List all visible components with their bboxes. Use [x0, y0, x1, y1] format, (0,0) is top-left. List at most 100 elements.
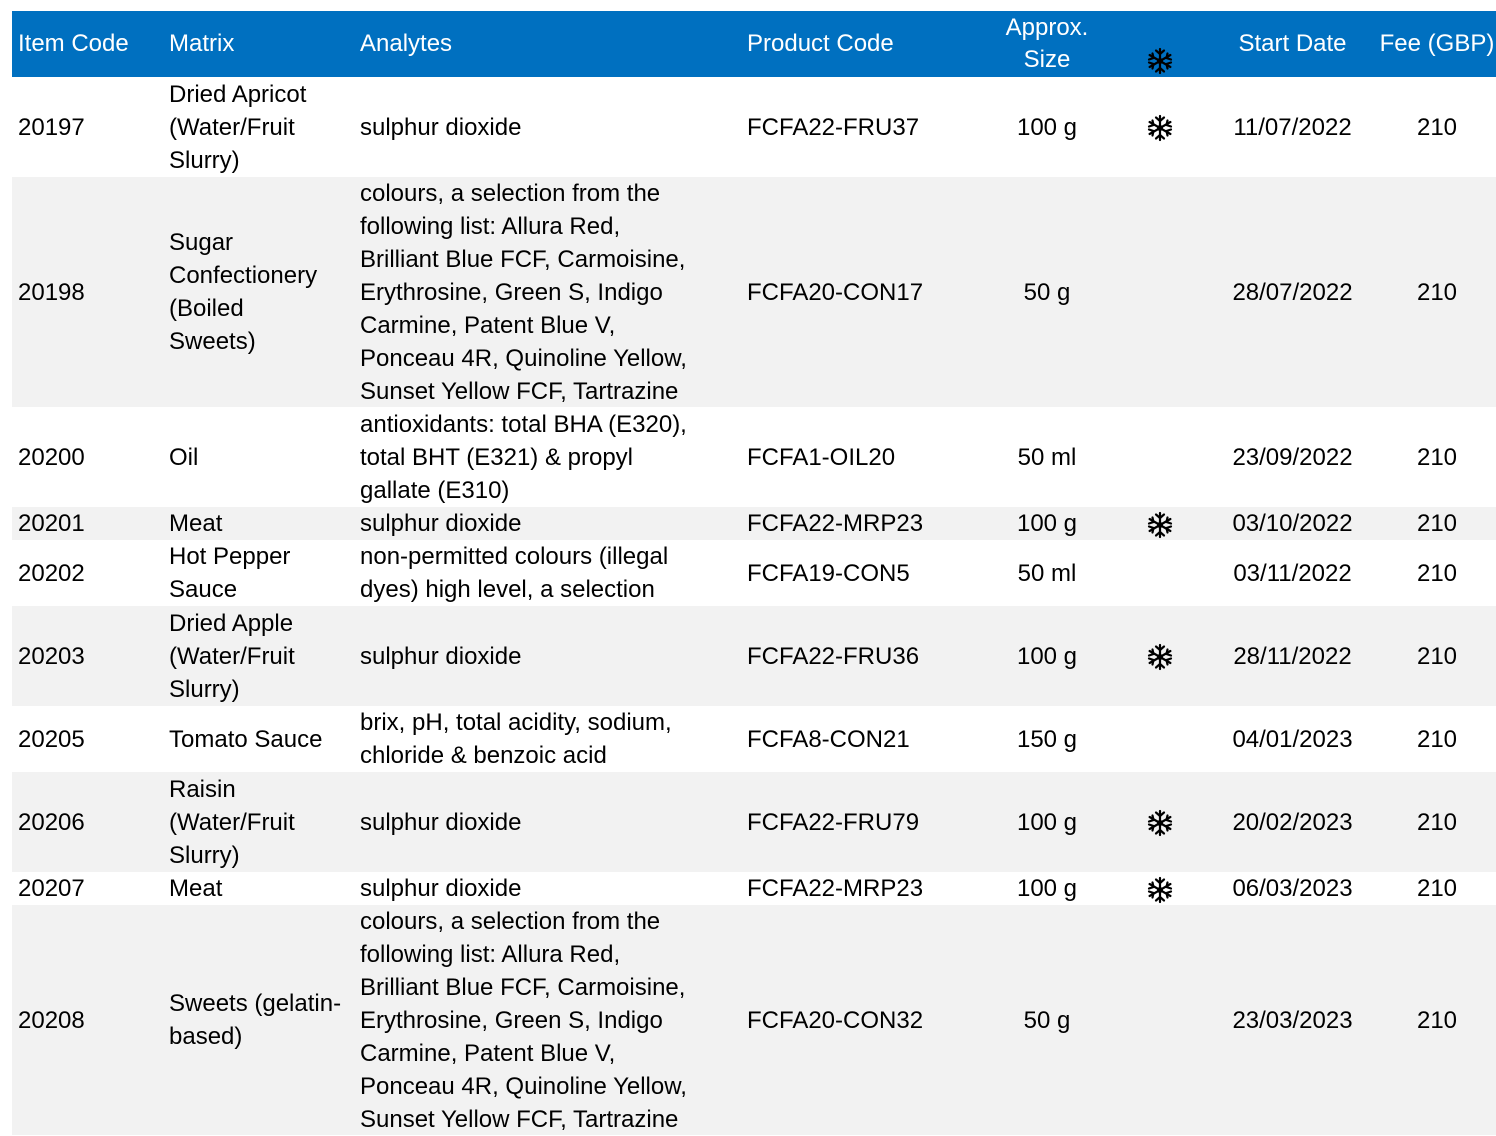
snowflake-icon	[1145, 510, 1175, 540]
cell-fee: 210	[1416, 1006, 1458, 1034]
cell-fee: 210	[1416, 808, 1458, 836]
cell-size: 100 g	[1016, 642, 1078, 670]
cell-start-date: 03/11/2022	[1233, 559, 1352, 587]
cell-size: 50 ml	[1017, 559, 1077, 587]
table-row: 20207 Meat sulphur dioxide FCFA22-MRP23 100 …	[12, 872, 1496, 905]
cell-matrix: Dried Apple (Water/Fruit Slurry)	[169, 609, 295, 703]
header-approx-size: Approx. Size	[1005, 14, 1089, 73]
table-row: 20203 Dried Apple (Water/Fruit Slurry) sul…	[12, 606, 1496, 706]
snowflake-icon	[1145, 642, 1175, 672]
header-analytes: Analytes	[360, 30, 453, 57]
cell-analytes: sulphur dioxide	[360, 510, 522, 537]
cell-fee: 210	[1416, 642, 1458, 670]
cell-frozen	[1113, 507, 1207, 540]
cell-analytes: sulphur dioxide	[360, 642, 522, 670]
cell-analytes: brix, pH, total acidity, sodium, chlorid…	[360, 709, 672, 769]
header-frozen	[1113, 12, 1207, 76]
cell-fee: 210	[1416, 559, 1458, 587]
cell-analytes: antioxidants: total BHA (E320), total BH…	[360, 410, 687, 504]
cell-analytes: sulphur dioxide	[360, 808, 522, 836]
table-header: Item Code Matrix Analytes Product Code A…	[12, 11, 1496, 77]
cell-start-date: 04/01/2023	[1232, 725, 1353, 753]
cell-start-date: 28/11/2022	[1233, 642, 1352, 670]
snowflake-icon	[1145, 113, 1175, 143]
cell-start-date: 28/07/2022	[1232, 278, 1353, 306]
snowflake-icon	[1145, 808, 1175, 838]
cell-product-code: FCFA8-CON21	[747, 725, 910, 753]
header-matrix: Matrix	[169, 30, 235, 57]
snowflake-icon	[1145, 875, 1175, 905]
cell-frozen	[1113, 111, 1207, 144]
cell-matrix: Raisin (Water/Fruit Slurry)	[169, 775, 295, 869]
cell-item-code: 20198	[18, 278, 85, 306]
cell-item-code: 20208	[18, 1006, 85, 1034]
snowflake-icon	[1145, 46, 1175, 76]
table-row: 20202 Hot Pepper Sauce non-permitted colou…	[12, 540, 1496, 606]
header-item-code: Item Code	[18, 30, 129, 57]
cell-item-code: 20205	[18, 725, 85, 753]
cell-size: 100 g	[1016, 808, 1078, 836]
cell-matrix: Tomato Sauce	[169, 725, 323, 753]
cell-product-code: FCFA22-FRU36	[747, 642, 920, 670]
cell-start-date: 03/10/2022	[1232, 510, 1353, 537]
cell-item-code: 20201	[18, 510, 85, 537]
cell-matrix: Oil	[169, 443, 199, 471]
table-row: 20205 Tomato Sauce brix, pH, total acidity…	[12, 706, 1496, 772]
cell-size: 100 g	[1016, 510, 1078, 537]
cell-fee: 210	[1416, 875, 1458, 902]
cell-size: 100 g	[1016, 875, 1078, 902]
table-row: 20197 Dried Apricot (Water/Fruit Slurry) s…	[12, 77, 1496, 177]
cell-size: 50 g	[1023, 278, 1071, 306]
table-row: 20208 Sweets (gelatin- based) colours, a s…	[12, 905, 1496, 1135]
cell-matrix: Meat	[169, 510, 223, 537]
cell-fee: 210	[1416, 113, 1458, 141]
cell-start-date: 23/09/2022	[1232, 443, 1353, 471]
cell-fee: 210	[1416, 443, 1458, 471]
header-start-date: Start Date	[1238, 30, 1347, 57]
table-row: 20206 Raisin (Water/Fruit Slurry) sulphur …	[12, 772, 1496, 872]
cell-fee: 210	[1416, 725, 1458, 753]
table-body: 20197 Dried Apricot (Water/Fruit Slurry) s…	[12, 77, 1496, 1135]
cell-start-date: 11/07/2022	[1233, 113, 1352, 141]
cell-product-code: FCFA20-CON32	[747, 1006, 924, 1034]
cell-product-code: FCFA1-OIL20	[747, 443, 896, 471]
cell-fee: 210	[1416, 278, 1458, 306]
cell-frozen	[1113, 806, 1207, 839]
cell-start-date: 06/03/2023	[1232, 875, 1353, 902]
products-table: Item Code Matrix Analytes Product Code A…	[12, 11, 1496, 1135]
cell-fee: 210	[1416, 510, 1458, 537]
cell-analytes: non-permitted colours (illegal dyes) hig…	[360, 543, 669, 603]
cell-analytes: colours, a selection from the following …	[360, 907, 687, 1133]
table-row: 20198 Sugar Confectionery (Boiled Sweets)…	[12, 177, 1496, 407]
cell-item-code: 20202	[18, 559, 85, 587]
header-fee: Fee (GBP)	[1379, 30, 1495, 57]
cell-size: 50 g	[1023, 1006, 1071, 1034]
table-row: 20200 Oil antioxidants: total BHA (E320), …	[12, 407, 1496, 507]
cell-analytes: sulphur dioxide	[360, 113, 522, 141]
cell-product-code: FCFA20-CON17	[747, 278, 924, 306]
cell-frozen	[1113, 640, 1207, 673]
cell-item-code: 20206	[18, 808, 85, 836]
cell-item-code: 20207	[18, 875, 85, 902]
cell-product-code: FCFA22-MRP23	[747, 875, 924, 902]
cell-size: 50 ml	[1017, 443, 1077, 471]
cell-product-code: FCFA22-MRP23	[747, 510, 924, 537]
cell-start-date: 20/02/2023	[1232, 808, 1353, 836]
table-row: 20201 Meat sulphur dioxide FCFA22-MRP23 100 …	[12, 507, 1496, 540]
cell-size: 150 g	[1016, 725, 1078, 753]
cell-analytes: sulphur dioxide	[360, 875, 522, 902]
cell-item-code: 20200	[18, 443, 85, 471]
cell-matrix: Sweets (gelatin- based)	[169, 990, 342, 1050]
cell-matrix: Sugar Confectionery (Boiled Sweets)	[169, 229, 318, 355]
cell-analytes: colours, a selection from the following …	[360, 179, 687, 405]
cell-start-date: 23/03/2023	[1232, 1006, 1353, 1034]
header-product-code: Product Code	[747, 30, 894, 57]
cell-item-code: 20197	[18, 113, 85, 141]
cell-product-code: FCFA22-FRU37	[747, 113, 920, 141]
cell-product-code: FCFA19-CON5	[747, 559, 910, 587]
cell-item-code: 20203	[18, 642, 85, 670]
cell-matrix: Meat	[169, 875, 223, 902]
cell-matrix: Hot Pepper Sauce	[169, 543, 291, 603]
cell-matrix: Dried Apricot (Water/Fruit Slurry)	[169, 80, 307, 174]
cell-product-code: FCFA22-FRU79	[747, 808, 920, 836]
